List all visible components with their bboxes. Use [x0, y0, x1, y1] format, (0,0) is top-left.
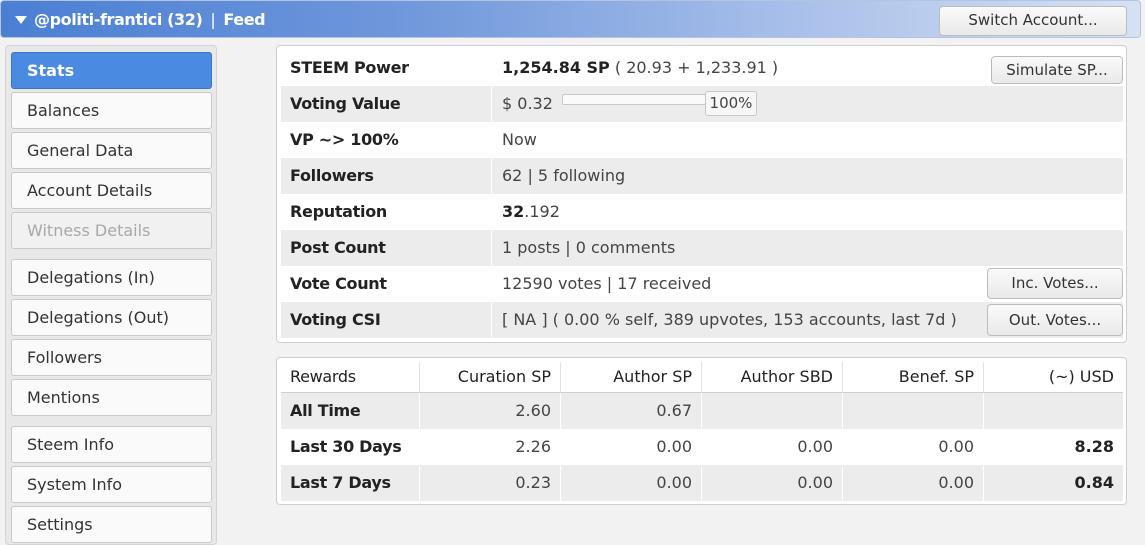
- column-header: Author SBD: [701, 362, 842, 392]
- table-cell: [983, 393, 1123, 429]
- table-cell: 0.00: [560, 429, 701, 465]
- stat-row-vp: VP ~> 100% Now: [281, 122, 1123, 158]
- stat-value: 12590 votes | 17 received: [502, 274, 712, 293]
- reputation-decimal: .192: [524, 202, 560, 221]
- switch-account-button[interactable]: Switch Account...: [939, 6, 1127, 36]
- stat-value: Now: [502, 130, 537, 149]
- row-divider: [491, 230, 492, 266]
- table-cell: 0.67: [560, 393, 701, 429]
- column-header: Curation SP: [419, 362, 560, 392]
- stat-label: Voting Value: [290, 94, 401, 113]
- steem-power-total: 1,254.84 SP: [502, 58, 610, 77]
- stat-label: Voting CSI: [290, 310, 381, 329]
- stat-row-vote-count: Vote Count 12590 votes | 17 received Inc…: [281, 266, 1123, 302]
- section-name: Feed: [223, 10, 266, 29]
- stat-value: 1 posts | 0 comments: [502, 238, 676, 257]
- table-cell: 0.00: [560, 465, 701, 501]
- stat-label: Post Count: [290, 238, 386, 257]
- header-title: @politi-frantici (32) | Feed: [34, 10, 266, 29]
- sidebar-item-stats[interactable]: Stats: [11, 52, 212, 89]
- steem-power-breakdown: ( 20.93 + 1,233.91 ): [609, 58, 779, 77]
- table-cell: 0.00: [842, 465, 983, 501]
- row-label: Last 7 Days: [281, 465, 419, 501]
- stats-panel: STEEM Power 1,254.84 SP ( 20.93 + 1,233.…: [276, 45, 1127, 343]
- table-row: All Time 2.60 0.67: [281, 393, 1123, 429]
- row-divider: [491, 86, 492, 122]
- stat-row-voting-value: Voting Value $ 0.32 100%: [281, 86, 1123, 122]
- stat-row-steem-power: STEEM Power 1,254.84 SP ( 20.93 + 1,233.…: [281, 50, 1123, 86]
- sidebar-item-system-info[interactable]: System Info: [11, 466, 212, 503]
- table-cell: 2.26: [419, 429, 560, 465]
- simulate-sp-button[interactable]: Simulate SP...: [991, 56, 1123, 84]
- rewards-panel: Rewards Curation SP Author SP Author SBD…: [276, 357, 1127, 505]
- table-cell: [701, 393, 842, 429]
- account-header-bar: @politi-frantici (32) | Feed Switch Accoun…: [0, 0, 1141, 38]
- stat-label: STEEM Power: [290, 58, 409, 77]
- stat-value: 32.192: [502, 194, 560, 230]
- sidebar-item-witness-details: Witness Details: [11, 212, 212, 249]
- voting-value: $ 0.32: [502, 94, 553, 113]
- stat-value: 62 | 5 following: [502, 166, 626, 185]
- table-cell: 2.60: [419, 393, 560, 429]
- row-divider: [491, 302, 492, 338]
- sidebar-item-delegations-out[interactable]: Delegations (Out): [11, 299, 212, 336]
- incoming-votes-button[interactable]: Inc. Votes...: [987, 268, 1123, 299]
- sidebar-item-followers[interactable]: Followers: [11, 339, 212, 376]
- voting-power-slider[interactable]: [562, 94, 706, 105]
- collapse-caret-icon[interactable]: [15, 16, 27, 24]
- account-name: @politi-frantici (32): [34, 10, 203, 29]
- table-cell: 0.00: [701, 429, 842, 465]
- stat-label: Vote Count: [290, 274, 387, 293]
- row-divider: [491, 158, 492, 194]
- stat-value: 1,254.84 SP ( 20.93 + 1,233.91 ): [502, 50, 778, 86]
- stat-row-voting-csi: Voting CSI [ NA ] ( 0.00 % self, 389 upv…: [281, 302, 1123, 338]
- outgoing-votes-button[interactable]: Out. Votes...: [987, 304, 1123, 336]
- sidebar-item-delegations-in[interactable]: Delegations (In): [11, 259, 212, 296]
- stat-value: [ NA ] ( 0.00 % self, 389 upvotes, 153 a…: [502, 310, 957, 329]
- sidebar-item-steem-info[interactable]: Steem Info: [11, 426, 212, 463]
- sidebar-item-general-data[interactable]: General Data: [11, 132, 212, 169]
- voting-power-percent[interactable]: 100%: [705, 91, 757, 116]
- column-header: Rewards: [290, 367, 356, 386]
- table-row: Last 30 Days 2.26 0.00 0.00 0.00 8.28: [281, 429, 1123, 465]
- sidebar-item-account-details[interactable]: Account Details: [11, 172, 212, 209]
- rewards-header-row: Rewards Curation SP Author SP Author SBD…: [281, 362, 1123, 393]
- table-cell: 0.00: [701, 465, 842, 501]
- header-separator: |: [210, 10, 216, 29]
- table-cell: 0.84: [983, 465, 1123, 501]
- table-cell: 0.23: [419, 465, 560, 501]
- stat-row-post-count: Post Count 1 posts | 0 comments: [281, 230, 1123, 266]
- stat-label: Followers: [290, 166, 374, 185]
- column-header: Benef. SP: [842, 362, 983, 392]
- table-cell: 8.28: [983, 429, 1123, 465]
- sidebar-item-settings[interactable]: Settings: [11, 506, 212, 543]
- stat-row-followers: Followers 62 | 5 following: [281, 158, 1123, 194]
- column-header: Author SP: [560, 362, 701, 392]
- sidebar-item-balances[interactable]: Balances: [11, 92, 212, 129]
- sidebar-item-mentions[interactable]: Mentions: [11, 379, 212, 416]
- table-cell: 0.00: [842, 429, 983, 465]
- reputation-integer: 32: [502, 202, 525, 221]
- row-label: All Time: [281, 393, 419, 429]
- stat-row-reputation: Reputation 32.192: [281, 194, 1123, 230]
- stat-label: Reputation: [290, 202, 387, 221]
- column-header: (~) USD: [983, 362, 1123, 392]
- table-cell: [842, 393, 983, 429]
- row-label: Last 30 Days: [290, 437, 402, 456]
- table-row: Last 7 Days 0.23 0.00 0.00 0.00 0.84: [281, 465, 1123, 501]
- stat-label: VP ~> 100%: [290, 130, 399, 149]
